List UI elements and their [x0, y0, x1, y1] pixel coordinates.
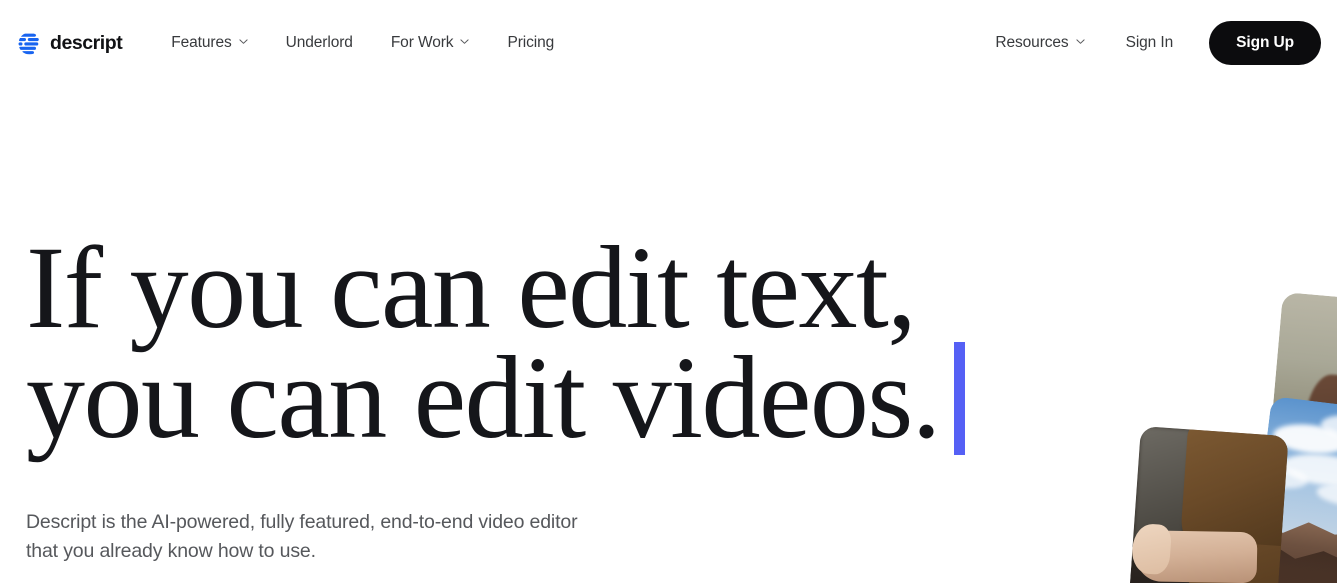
hero-subtitle-line-1: Descript is the AI-powered, fully featur… — [26, 511, 578, 533]
nav-item-underlord[interactable]: Underlord — [267, 26, 372, 60]
secondary-nav-links: Resources Sign In Sign Up — [976, 21, 1321, 65]
nav-item-underlord-label: Underlord — [285, 34, 353, 51]
cloud-shape — [1315, 480, 1337, 511]
nav-item-features[interactable]: Features — [152, 26, 266, 60]
headline-line-2: you can edit videos. — [26, 332, 941, 463]
brand-name: descript — [50, 31, 123, 54]
hero-subtitle: Descript is the AI-powered, fully featur… — [26, 508, 578, 565]
text-cursor-caret — [953, 342, 965, 455]
sign-in-link[interactable]: Sign In — [1104, 26, 1196, 60]
main-navigation-bar: descript Features Underlord For Work Pri… — [0, 0, 1337, 86]
nav-item-for-work-label: For Work — [390, 34, 454, 51]
chevron-down-icon — [1075, 37, 1085, 46]
nav-item-pricing-label: Pricing — [507, 34, 555, 51]
sign-up-button[interactable]: Sign Up — [1209, 21, 1321, 65]
chevron-down-icon — [239, 37, 248, 46]
headline-line-1: If you can edit text, — [26, 222, 917, 353]
descript-waveform-logo-icon — [18, 32, 41, 55]
person-with-bowl-card[interactable] — [1124, 426, 1289, 583]
nav-item-resources-label: Resources — [995, 34, 1069, 51]
primary-nav-links: Features Underlord For Work Pricing — [152, 26, 573, 60]
nav-item-features-label: Features — [171, 34, 232, 51]
nav-item-pricing[interactable]: Pricing — [488, 26, 573, 60]
headline-line-2-wrap: you can edit videos. — [26, 339, 965, 457]
nav-item-resources[interactable]: Resources — [976, 26, 1103, 60]
brand-logo-link[interactable]: descript — [18, 31, 123, 55]
page-title: If you can edit text, you can edit video… — [26, 222, 965, 457]
chevron-down-icon — [460, 37, 470, 46]
hero-subtitle-line-2: that you already know how to use. — [26, 539, 316, 562]
nav-item-for-work[interactable]: For Work — [372, 26, 489, 60]
